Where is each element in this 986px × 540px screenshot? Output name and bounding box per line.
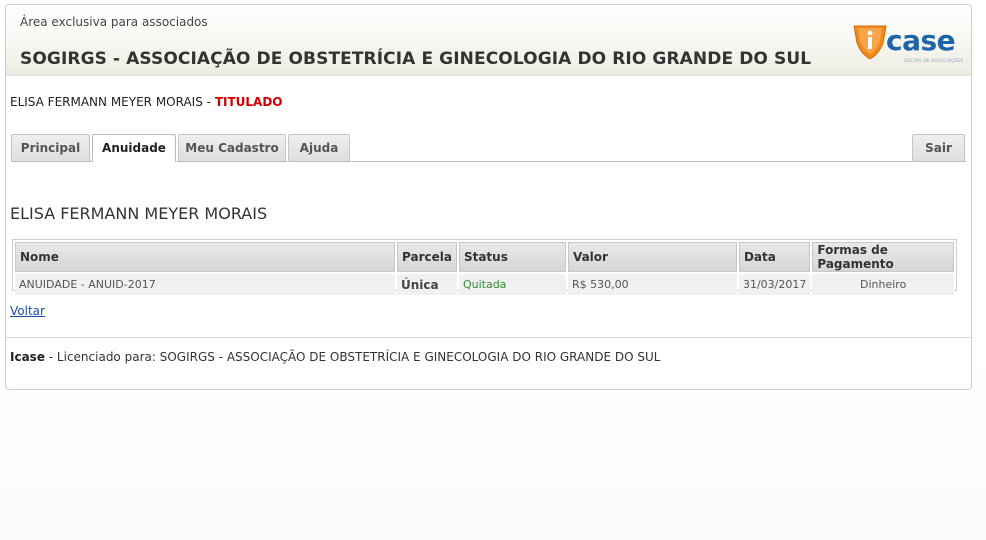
header-subtitle: Área exclusiva para associados	[20, 15, 208, 29]
back-link[interactable]: Voltar	[10, 304, 45, 318]
cell-formas-pagamento: Dinheiro	[812, 274, 954, 295]
cell-parcela: Única	[397, 274, 457, 295]
logout-button[interactable]: Sair	[912, 134, 965, 161]
tab-anuidade[interactable]: Anuidade	[92, 134, 176, 162]
user-name: ELISA FERMANN MEYER MORAIS	[10, 95, 203, 109]
column-header-formas-pagamento: Formas de Pagamento	[812, 242, 954, 272]
cell-data: 31/03/2017	[738, 274, 811, 295]
annuity-table: Nome Parcela Status Valor Data Formas de…	[12, 239, 957, 295]
main-panel: Área exclusiva para associados SOGIRGS -…	[5, 4, 972, 390]
column-header-parcela: Parcela	[397, 242, 457, 272]
tab-meu-cadastro[interactable]: Meu Cadastro	[178, 134, 286, 161]
icase-logo: case GESTÃO DE ASSOCIAÇÕES	[852, 23, 964, 63]
logo-tagline: GESTÃO DE ASSOCIAÇÕES	[904, 58, 964, 63]
user-role: TITULADO	[214, 95, 283, 109]
logo-text: case	[886, 24, 956, 57]
tab-principal[interactable]: Principal	[11, 134, 90, 161]
cell-status: Quitada	[458, 274, 566, 295]
cell-nome: ANUIDADE - ANUID-2017	[15, 274, 395, 295]
column-header-status: Status	[458, 242, 566, 272]
footer-license-text: - Licenciado para: SOGIRGS - ASSOCIAÇÃO …	[44, 350, 661, 364]
member-name-heading: ELISA FERMANN MEYER MORAIS	[10, 204, 268, 223]
user-separator: -	[202, 95, 215, 109]
footer-brand: Icase	[10, 350, 45, 364]
column-header-valor: Valor	[567, 242, 737, 272]
column-header-data: Data	[738, 242, 811, 272]
tab-bar: Principal Anuidade Meu Cadastro Ajuda Sa…	[11, 133, 966, 162]
table-header-row: Nome Parcela Status Valor Data Formas de…	[15, 242, 954, 272]
page-title: SOGIRGS - ASSOCIAÇÃO DE OBSTETRÍCIA E GI…	[20, 49, 812, 69]
page-header: Área exclusiva para associados SOGIRGS -…	[6, 5, 971, 76]
tab-ajuda[interactable]: Ajuda	[288, 134, 350, 161]
column-header-nome: Nome	[15, 242, 395, 272]
table-row: ANUIDADE - ANUID-2017 Única Quitada R$ 5…	[15, 274, 954, 295]
cell-valor: R$ 530,00	[567, 274, 737, 295]
footer-license: Icase - Licenciado para: SOGIRGS - ASSOC…	[10, 350, 660, 364]
user-info: ELISA FERMANN MEYER MORAIS - TITULADO	[10, 95, 283, 109]
shield-logo-icon	[853, 25, 887, 60]
page-footer: Icase - Licenciado para: SOGIRGS - ASSOC…	[6, 337, 971, 389]
